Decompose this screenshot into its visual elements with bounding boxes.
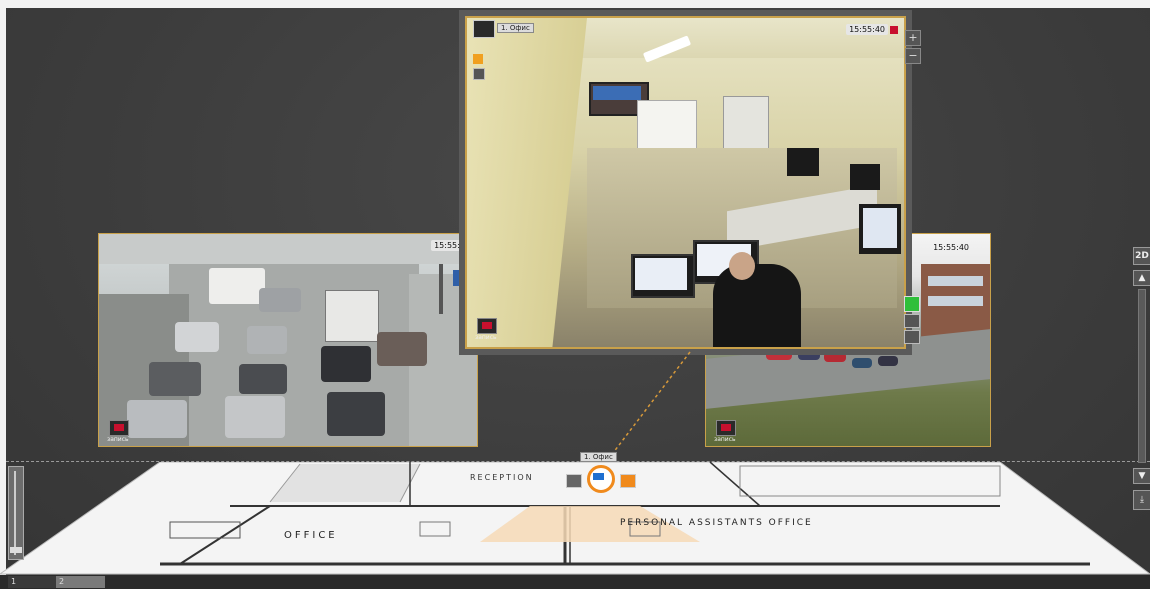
layout-tab-bar [0,575,1150,589]
scroll-down-button[interactable]: ▼ [1133,468,1150,484]
export-icon[interactable] [620,474,636,488]
camera-map-label: 1. Офис [580,452,617,462]
room-label: RECEPTION [470,473,534,482]
download-icon[interactable]: ⤓ [1133,490,1150,510]
room-label: OFFICE [284,530,338,541]
view-mode-button[interactable]: 2D [1133,247,1150,265]
layout-tab[interactable]: 1 [8,576,57,588]
monitor-icon[interactable] [566,474,582,488]
layout-tab[interactable]: 2 [56,576,105,588]
room-label: PERSONAL ASSISTANTS OFFICE [620,518,813,528]
scroll-up-button[interactable]: ▲ [1133,270,1150,286]
map-zoom-slider[interactable] [8,466,24,560]
map-tilt-slider[interactable] [1138,289,1146,463]
